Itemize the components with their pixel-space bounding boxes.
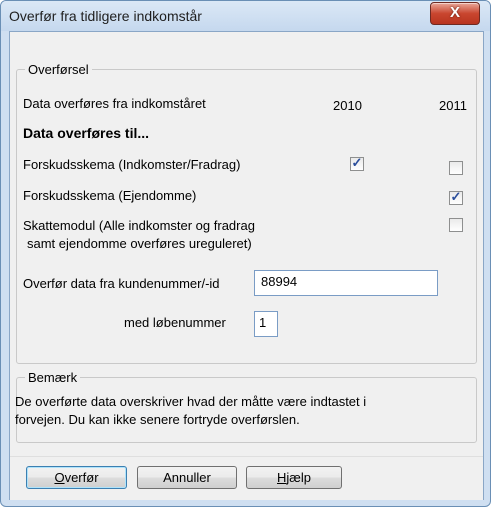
from-year-label: Data overføres fra indkomståret — [23, 96, 206, 111]
note-text-line1: De overførte data overskriver hvad der m… — [15, 394, 367, 409]
help-button-accesskey: H — [277, 470, 287, 485]
check-icon: ✓ — [351, 155, 363, 170]
advance-income-label: Forskudsskema (Indkomster/Fradrag) — [23, 157, 241, 172]
button-bar: Overfør Annuller Hjælp — [10, 456, 483, 500]
cancel-button-label: Annuller — [163, 470, 211, 485]
title-bar[interactable]: Overfør fra tidligere indkomstår X — [1, 1, 490, 31]
transfer-button[interactable]: Overfør — [26, 466, 127, 489]
dialog-window: Overfør fra tidligere indkomstår X Overf… — [0, 0, 491, 507]
check-icon: ✓ — [450, 189, 462, 204]
close-button[interactable]: X — [430, 2, 480, 25]
sequence-number-label: med løbenummer — [124, 315, 226, 330]
transfer-button-label: verfør — [64, 470, 99, 485]
customer-id-label: Overfør data fra kundenummer/-id — [23, 276, 220, 291]
advance-property-2011-checkbox[interactable]: ✓ — [449, 189, 463, 205]
advance-income-2010-checkbox[interactable]: ✓ — [350, 155, 364, 171]
customer-id-input[interactable]: 88994 — [254, 270, 438, 296]
tax-module-2011-checkbox[interactable] — [449, 218, 463, 232]
help-button-label: jælp — [286, 470, 311, 485]
sequence-number-input[interactable]: 1 — [254, 311, 278, 337]
transfer-button-accesskey: O — [54, 470, 65, 485]
year-2010-header: 2010 — [333, 98, 362, 113]
advance-income-2011-checkbox[interactable] — [449, 161, 463, 175]
year-2011-header: 2011 — [439, 98, 467, 113]
note-groupbox: Bemærk De overførte data overskriver hva… — [15, 370, 477, 443]
help-button[interactable]: Hjælp — [246, 466, 342, 489]
transfer-groupbox: Overførsel Data overføres fra indkomstår… — [16, 62, 477, 364]
tax-module-label-line1: Skattemodul (Alle indkomster og fradrag — [23, 218, 255, 233]
advance-property-label: Forskudsskema (Ejendomme) — [23, 188, 197, 203]
dialog-client-area: Overførsel Data overføres fra indkomstår… — [9, 31, 484, 500]
note-group-legend: Bemærk — [25, 370, 81, 385]
tax-module-label-line2: samt ejendomme overføres ureguleret) — [27, 236, 252, 251]
window-title: Overfør fra tidligere indkomstår — [9, 8, 202, 24]
transfer-to-heading: Data overføres til... — [23, 125, 150, 141]
transfer-group-legend: Overførsel — [25, 62, 92, 77]
cancel-button[interactable]: Annuller — [137, 466, 237, 489]
note-text-line2: forvejen. Du kan ikke senere fortryde ov… — [15, 412, 300, 427]
close-icon: X — [449, 4, 460, 21]
